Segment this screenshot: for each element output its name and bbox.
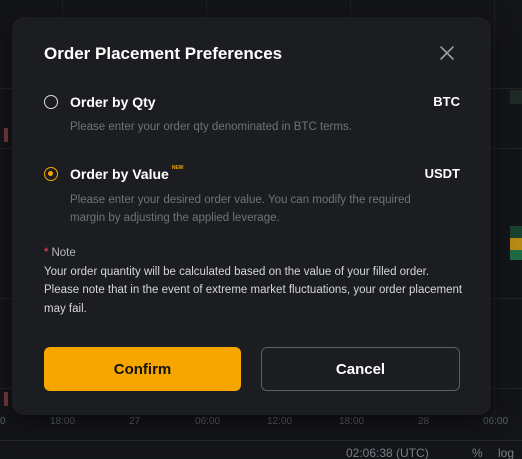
option-label: Order by Value <box>70 166 169 182</box>
close-button[interactable] <box>438 44 456 62</box>
close-icon <box>440 46 454 60</box>
cancel-button[interactable]: Cancel <box>261 347 460 391</box>
option-description: Please enter your order qty denominated … <box>70 121 352 133</box>
axis-tick-label: 06:00 <box>195 416 221 427</box>
chart-candle <box>4 392 8 406</box>
note-block: * Note Your order quantity will be calcul… <box>44 244 464 318</box>
axis-tick-label: 18:00 <box>50 416 76 427</box>
chart-candle <box>510 226 522 238</box>
note-title: Note <box>51 247 76 259</box>
chart-candle <box>4 128 8 142</box>
axis-tick-label: 0 <box>0 416 6 427</box>
chart-candle <box>510 238 522 250</box>
option-description: Please enter your desired order value. Y… <box>70 194 411 224</box>
note-body: Your order quantity will be calculated b… <box>44 265 463 315</box>
axis-tick-label: 27 <box>129 416 141 427</box>
confirm-button[interactable]: Confirm <box>44 347 241 391</box>
order-by-qty-radio[interactable] <box>44 95 58 109</box>
axis-tick-label: 06:00 <box>483 416 509 427</box>
option-unit: USDT <box>424 166 460 181</box>
axis-tick-label: 28 <box>418 416 430 427</box>
utc-clock: 02:06:38 (UTC) <box>346 446 429 459</box>
chart-status-bar: 02:06:38 (UTC) % log <box>0 440 522 459</box>
new-badge: NEW <box>171 165 184 171</box>
asterisk: * <box>44 247 49 259</box>
chart-gridline <box>494 0 495 420</box>
option-label: Order by Qty <box>70 94 156 110</box>
chart-candle <box>510 250 522 260</box>
option-unit: BTC <box>433 94 460 109</box>
order-placement-preferences-dialog: Order Placement Preferences Order by Qty… <box>12 17 491 415</box>
option-label-wrap: Order by Value NEW <box>70 165 184 182</box>
axis-tick-label: 12:00 <box>267 416 293 427</box>
note-heading: * Note <box>44 244 464 263</box>
order-by-value-radio[interactable] <box>44 167 58 181</box>
axis-tick-label: 18:00 <box>339 416 365 427</box>
chart-candle <box>510 90 522 104</box>
dialog-title: Order Placement Preferences <box>44 44 283 63</box>
chart-time-axis: 0 18:00 27 06:00 12:00 18:00 28 06:00 <box>0 412 522 432</box>
log-toggle[interactable]: log <box>498 446 514 459</box>
percent-toggle[interactable]: % <box>472 446 483 459</box>
